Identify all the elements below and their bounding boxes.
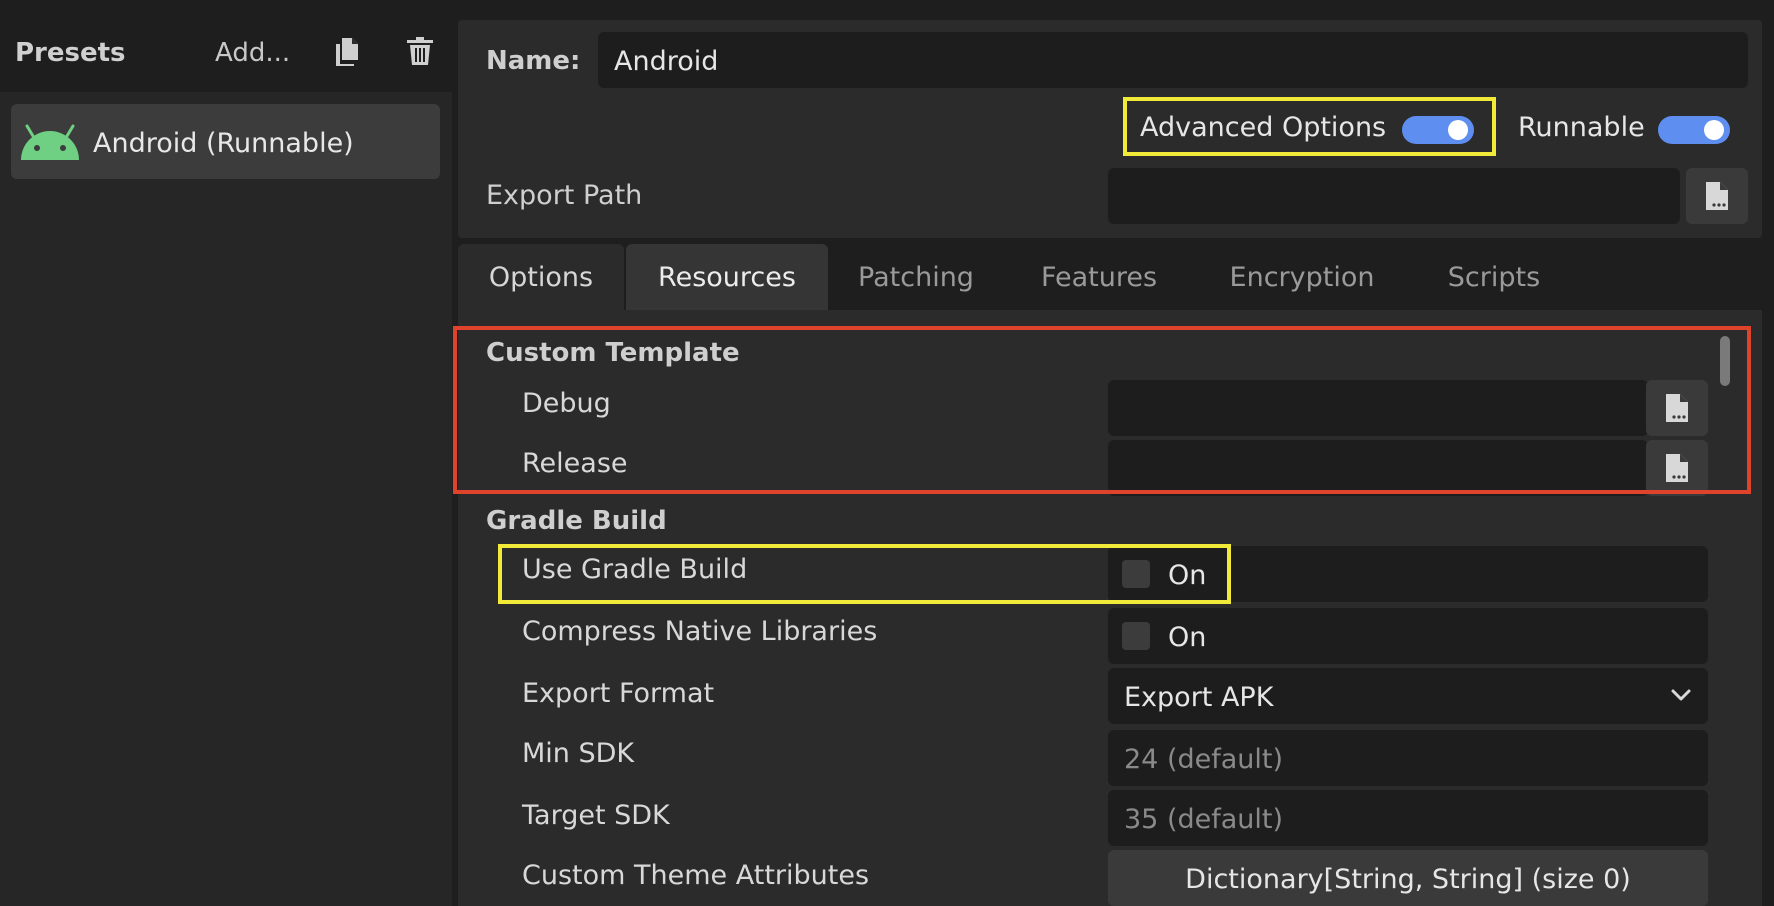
tab-resources[interactable]: Resources <box>626 244 828 310</box>
preset-item-android[interactable]: Android (Runnable) <box>11 104 440 179</box>
custom-theme-attributes-value: Dictionary[String, String] (size 0) <box>1185 864 1631 895</box>
duplicate-icon <box>336 38 358 66</box>
compress-native-libraries-label: Compress Native Libraries <box>522 616 878 647</box>
custom-template-highlight <box>453 326 1751 494</box>
preset-list: Android (Runnable) <box>0 92 452 906</box>
file-browse-icon <box>1706 182 1728 210</box>
android-icon <box>21 124 79 160</box>
tab-patching[interactable]: Patching <box>828 244 1004 310</box>
compress-native-libraries-field: On <box>1108 608 1708 664</box>
min-sdk-placeholder: 24 (default) <box>1124 744 1284 775</box>
name-input-value: Android <box>614 46 719 77</box>
add-preset-button[interactable]: Add... <box>215 38 290 68</box>
presets-panel: Presets Add... Android (Runnable) <box>0 0 458 906</box>
presets-header: Presets Add... <box>0 0 458 92</box>
min-sdk-input[interactable]: 24 (default) <box>1108 730 1708 786</box>
export-path-browse-button[interactable] <box>1686 168 1748 224</box>
runnable-label: Runnable <box>1518 112 1645 143</box>
duplicate-preset-button[interactable] <box>330 34 364 68</box>
export-format-value: Export APK <box>1124 682 1274 713</box>
tab-options[interactable]: Options <box>458 244 624 310</box>
advanced-options-toggle[interactable] <box>1402 116 1474 144</box>
preset-item-label: Android (Runnable) <box>93 128 354 159</box>
name-label: Name: <box>486 46 581 76</box>
target-sdk-input[interactable]: 35 (default) <box>1108 790 1708 846</box>
min-sdk-label: Min SDK <box>522 738 635 769</box>
runnable-toggle[interactable] <box>1658 116 1730 144</box>
compress-native-libraries-value: On <box>1168 622 1207 653</box>
trash-icon <box>407 37 433 65</box>
target-sdk-placeholder: 35 (default) <box>1124 804 1284 835</box>
export-format-label: Export Format <box>522 678 715 709</box>
chevron-down-icon <box>1671 689 1691 701</box>
export-tabs: Options Resources Patching Features Encr… <box>458 244 1762 310</box>
use-gradle-build-highlight <box>498 544 1231 604</box>
tab-encryption[interactable]: Encryption <box>1194 244 1410 310</box>
export-format-select[interactable]: Export APK <box>1108 668 1708 724</box>
tab-scripts[interactable]: Scripts <box>1410 244 1578 310</box>
section-gradle-build: Gradle Build <box>486 506 667 536</box>
export-path-input[interactable] <box>1108 168 1680 224</box>
compress-native-libraries-checkbox[interactable] <box>1122 622 1150 650</box>
tab-features[interactable]: Features <box>1004 244 1194 310</box>
export-path-label: Export Path <box>486 180 643 211</box>
presets-title: Presets <box>15 38 126 68</box>
custom-theme-attributes-button[interactable]: Dictionary[String, String] (size 0) <box>1108 850 1708 906</box>
target-sdk-label: Target SDK <box>522 800 670 831</box>
name-input[interactable]: Android <box>598 32 1748 88</box>
delete-preset-button[interactable] <box>403 34 437 68</box>
preset-header-panel: Name: Android Advanced Options Runnable … <box>458 20 1762 238</box>
custom-theme-attributes-label: Custom Theme Attributes <box>522 860 870 891</box>
advanced-options-label: Advanced Options <box>1140 112 1387 143</box>
